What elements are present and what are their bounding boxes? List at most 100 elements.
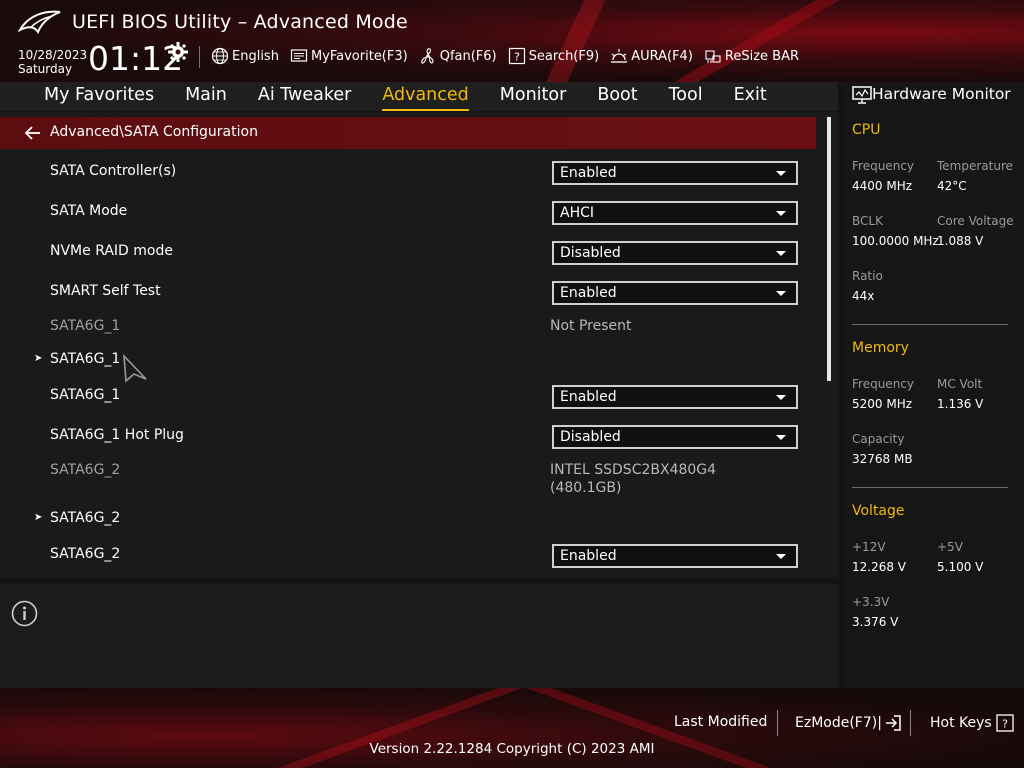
app-title: UEFI BIOS Utility – Advanced Mode [72, 11, 408, 33]
submenu-arrow-icon: ➤ [34, 353, 43, 364]
tab-tool[interactable]: Tool [669, 82, 703, 111]
footer-divider [910, 710, 911, 736]
back-arrow-icon[interactable] [24, 125, 41, 141]
smart-self-test-dropdown[interactable]: Enabled [552, 281, 798, 305]
tab-ai-tweaker[interactable]: Ai Tweaker [258, 82, 351, 111]
port-label: SATA6G_2 [50, 462, 121, 478]
cpu-frequency-label: Frequency [852, 159, 914, 173]
cpu-frequency-value: 4400 MHz [852, 179, 913, 193]
tab-my-favorites[interactable]: My Favorites [44, 82, 154, 111]
date-text: 10/28/2023 [18, 48, 88, 62]
hardware-monitor-header: Hardware Monitor [844, 82, 1024, 110]
toolbar: English MyFavorite(F3) Qfan(F6) ? Search… [211, 46, 810, 66]
tab-boot[interactable]: Boot [597, 82, 637, 111]
dropdown-value: Disabled [560, 245, 621, 261]
day-text: Saturday [18, 62, 73, 76]
favorite-icon [290, 49, 308, 62]
setting-label: SATA6G_2 [50, 546, 121, 562]
footer-bar: Last Modified EzMode(F7)| Hot Keys ? Ver… [0, 688, 1024, 768]
section-divider [852, 324, 1008, 325]
v5-value: 5.100 V [937, 560, 984, 574]
resize-bar-label: ReSize BAR [724, 48, 800, 64]
memory-frequency-label: Frequency [852, 377, 914, 391]
ratio-label: Ratio [852, 269, 883, 283]
caret-down-icon [776, 435, 786, 440]
tab-monitor[interactable]: Monitor [500, 82, 567, 111]
submenu-arrow-icon: ➤ [34, 512, 43, 523]
tab-advanced[interactable]: Advanced [382, 82, 469, 111]
setting-label: SATA Mode [50, 203, 128, 219]
sata6g-1-hot-plug-dropdown[interactable]: Disabled [552, 425, 798, 449]
search-label: Search(F9) [528, 48, 600, 64]
dropdown-value: Enabled [560, 165, 617, 181]
myfavorite-label: MyFavorite(F3) [310, 48, 408, 64]
hot-keys-label: Hot Keys [930, 715, 992, 731]
cpu-temperature-label: Temperature [937, 159, 1014, 173]
exit-arrow-icon [885, 715, 901, 731]
sata-mode-dropdown[interactable]: AHCI [552, 201, 798, 225]
bclk-label: BCLK [852, 214, 883, 228]
mouse-pointer-icon [123, 353, 147, 383]
core-voltage-label: Core Voltage [937, 214, 1014, 228]
aura-button[interactable]: AURA(F4) [610, 47, 693, 65]
setting-label: SATA6G_1 Hot Plug [50, 427, 184, 443]
gear-icon[interactable] [168, 42, 188, 62]
dropdown-value: Enabled [560, 548, 617, 564]
setting-label: SATA6G_1 [50, 387, 121, 403]
tab-exit[interactable]: Exit [734, 82, 767, 111]
port-label: SATA6G_1 [50, 318, 121, 334]
dropdown-value: Enabled [560, 285, 617, 301]
submenu-sata6g-2[interactable]: SATA6G_2 [50, 510, 120, 526]
search-icon: ? [508, 47, 525, 65]
setting-label: SMART Self Test [50, 283, 161, 299]
main-tabs: My Favorites Main Ai Tweaker Advanced Mo… [0, 82, 838, 111]
dropdown-value: Disabled [560, 429, 621, 445]
ratio-value: 44x [852, 289, 875, 303]
port-device: INTEL SSDSC2BX480G4 (480.1GB) [550, 461, 716, 497]
caret-down-icon [776, 211, 786, 216]
header-divider [199, 46, 200, 68]
voltage-section-title: Voltage [852, 503, 905, 519]
sata6g-2-dropdown[interactable]: Enabled [552, 544, 798, 568]
last-modified-button[interactable]: Last Modified [674, 714, 767, 730]
language-button[interactable]: English [211, 47, 279, 65]
v12-label: +12V [852, 540, 886, 554]
rog-logo-icon [18, 10, 61, 35]
caret-down-icon [776, 554, 786, 559]
cpu-temperature-value: 42°C [937, 179, 967, 193]
memory-section-title: Memory [852, 340, 909, 356]
globe-icon [211, 47, 229, 65]
mc-volt-value: 1.136 V [937, 397, 984, 411]
dropdown-value: Enabled [560, 389, 617, 405]
sata6g-1-dropdown[interactable]: Enabled [552, 385, 798, 409]
capacity-value: 32768 MB [852, 452, 913, 466]
submenu-sata6g-1[interactable]: SATA6G_1 [50, 351, 120, 367]
monitor-icon [852, 86, 872, 104]
info-icon [11, 600, 38, 627]
ezmode-button[interactable]: EzMode(F7)| [795, 714, 902, 732]
resize-bar-button[interactable]: ReSize BAR [704, 47, 799, 65]
nvme-raid-dropdown[interactable]: Disabled [552, 241, 798, 265]
sata-controller-dropdown[interactable]: Enabled [552, 161, 798, 185]
date-display: 10/28/2023 Saturday [18, 48, 87, 76]
settings-panel: Advanced\SATA Configuration SATA Control… [0, 112, 838, 578]
qfan-button[interactable]: Qfan(F6) [419, 47, 497, 65]
version-text: Version 2.22.1284 Copyright (C) 2023 AMI [369, 741, 655, 757]
help-panel [0, 584, 838, 688]
ezmode-label: EzMode(F7)| [795, 715, 882, 731]
breadcrumb[interactable]: Advanced\SATA Configuration [0, 117, 816, 149]
scrollbar[interactable] [827, 117, 831, 381]
aura-label: AURA(F4) [631, 48, 693, 64]
mc-volt-label: MC Volt [937, 377, 983, 391]
myfavorite-button[interactable]: MyFavorite(F3) [290, 47, 408, 65]
setting-label: NVMe RAID mode [50, 243, 173, 259]
svg-text:?: ? [514, 51, 520, 64]
search-button[interactable]: ? Search(F9) [508, 47, 600, 65]
tab-main[interactable]: Main [185, 82, 227, 111]
last-modified-label: Last Modified [674, 714, 768, 730]
resize-bar-icon [705, 50, 721, 63]
hardware-monitor-panel: Hardware Monitor CPU Frequency Temperatu… [844, 82, 1024, 688]
hot-keys-button[interactable]: Hot Keys ? [930, 714, 1014, 732]
aura-icon [611, 49, 628, 63]
section-divider [852, 487, 1008, 488]
